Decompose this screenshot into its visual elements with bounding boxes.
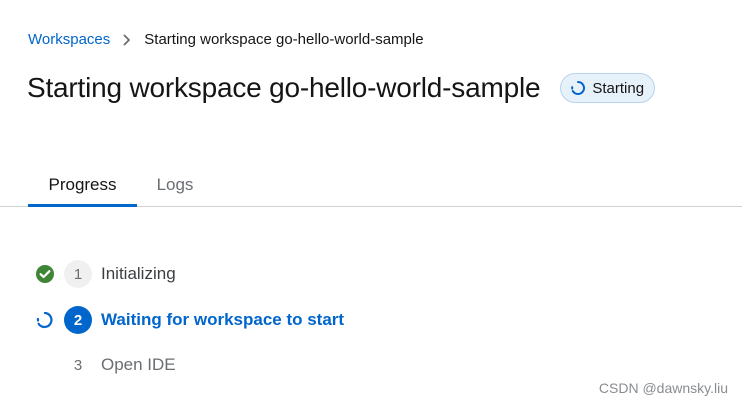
- tab-logs[interactable]: Logs: [142, 164, 208, 206]
- chevron-right-icon: [120, 30, 134, 50]
- step-initializing: 1 Initializing: [34, 259, 176, 289]
- status-badge-label: Starting: [592, 79, 645, 97]
- page-title: Starting workspace go-hello-world-sample: [27, 72, 541, 103]
- empty-status-icon: [34, 354, 56, 376]
- step-number: 3: [73, 356, 83, 374]
- breadcrumb: Workspaces Starting workspace go-hello-w…: [28, 30, 424, 50]
- status-badge: Starting: [560, 73, 656, 103]
- spinner-icon: [34, 309, 56, 331]
- step-open-ide: 3 Open IDE: [34, 350, 176, 380]
- step-label: Waiting for workspace to start: [101, 310, 345, 329]
- step-number: 1: [64, 260, 92, 288]
- breadcrumb-current: Starting workspace go-hello-world-sample: [144, 31, 424, 48]
- check-circle-icon: [34, 263, 56, 285]
- title-row: Starting workspace go-hello-world-sample…: [27, 68, 656, 108]
- tab-bar: Progress Logs: [0, 164, 742, 207]
- spinner-icon: [570, 80, 586, 96]
- workspace-starting-page: Workspaces Starting workspace go-hello-w…: [0, 0, 742, 409]
- tab-progress[interactable]: Progress: [28, 164, 137, 207]
- step-waiting: 2 Waiting for workspace to start: [34, 305, 344, 335]
- breadcrumb-workspaces-link[interactable]: Workspaces: [28, 30, 110, 50]
- step-number: 2: [64, 306, 92, 334]
- step-label: Initializing: [101, 264, 176, 283]
- step-label: Open IDE: [101, 355, 176, 374]
- watermark: CSDN @dawnsky.liu: [598, 380, 728, 396]
